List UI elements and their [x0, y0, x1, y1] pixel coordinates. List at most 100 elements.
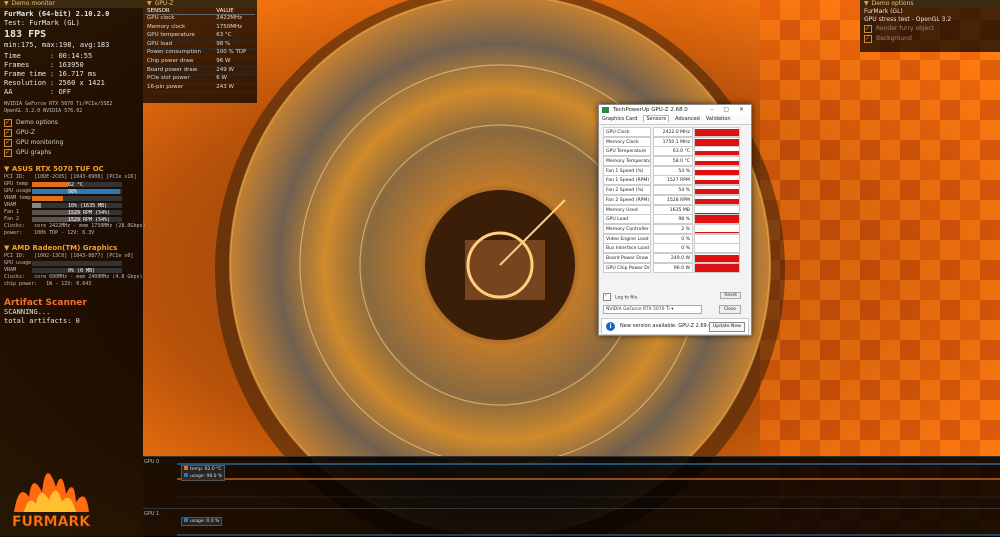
artifact-scanner-title: Artifact Scanner: [0, 298, 143, 308]
option-label: Demo options: [16, 119, 58, 126]
checkbox-icon[interactable]: [864, 35, 872, 43]
update-message: New version available: GPU-Z 2.69.0: [620, 319, 712, 334]
meter-label: VRAM: [4, 202, 16, 209]
demo-options-panel: ▼Demo options FurMark (GL) GPU stress te…: [860, 0, 1000, 52]
close-button[interactable]: Close: [719, 305, 741, 314]
fps-stats: min:175, max:198, avg:183: [0, 41, 143, 50]
gpuz-sensor-name[interactable]: Memory Clock: [603, 137, 651, 147]
collapse-triangle-icon[interactable]: ▼: [147, 0, 152, 7]
gpuz-tab[interactable]: Sensors: [643, 115, 669, 122]
gpuz-sensor-name[interactable]: GPU Temperature: [603, 146, 651, 156]
meter-fill: [32, 182, 68, 187]
sensor-name: Memory clock: [145, 23, 214, 32]
window-controls[interactable]: – ▢ ✕: [710, 105, 748, 115]
gpuz-sensor-name[interactable]: Video Engine Load: [603, 234, 651, 244]
meter-value: 0% (0 MB): [68, 268, 95, 275]
collapse-triangle-icon[interactable]: ▼: [864, 0, 869, 7]
gpuz-sensor-name[interactable]: Memory Controller Load: [603, 224, 651, 234]
gpuz-sensor-value: 0 %: [653, 234, 693, 244]
gpuz-tab[interactable]: Validation: [706, 116, 731, 122]
gpuz-tabs: Graphics Card Sensors Advanced Validation: [599, 115, 751, 125]
legend-swatch: [184, 466, 188, 470]
stat-value: 163950: [58, 61, 83, 69]
gpuz-sensor-graph: [694, 234, 740, 244]
gpuz-graph-fill: [695, 199, 739, 204]
gpu2-power: chip power: 1W - 12V: 0.043: [0, 281, 143, 288]
collapse-triangle-icon[interactable]: ▼: [4, 0, 9, 7]
gpu2-title: ▼ AMD Radeon(TM) Graphics: [0, 243, 143, 253]
gpu1-power: power: 100% TDP - 12V: 6.3V: [0, 230, 143, 237]
update-now-button[interactable]: Update Now: [709, 322, 745, 332]
option-checkbox[interactable]: GPU graphs: [0, 148, 143, 158]
app-name: FurMark (64-bit) 2.10.2.0: [0, 10, 143, 19]
gpuz-sensor-name[interactable]: Memory Used: [603, 205, 651, 215]
panel-header[interactable]: ▼Demo monitor: [0, 0, 143, 8]
gpuz-sensor-name[interactable]: Board Power Draw: [603, 253, 651, 263]
checkbox-icon[interactable]: [4, 119, 12, 127]
gpuz-sensor-name[interactable]: Memory Temperature: [603, 156, 651, 166]
gpuz-sensor-graph: [694, 224, 740, 234]
gpuz-sensor-row: Memory Controller Load2 %: [599, 224, 751, 234]
meter-value: 1529 RPM (54%): [68, 217, 110, 224]
gpuz-sensor-value: 58.0 °C: [653, 156, 693, 166]
stat-row: Frames: 163950: [0, 61, 143, 70]
gpuz-sensor-name[interactable]: Fan 2 Speed (RPM): [603, 195, 651, 205]
checkbox-icon[interactable]: [603, 293, 611, 301]
log-to-file-checkbox[interactable]: Log to file: [603, 293, 637, 301]
sensor-panel-header[interactable]: ▼GPU-Z: [143, 0, 257, 8]
gpu-meter: GPU usage: [0, 260, 143, 267]
sensor-value: 6 W: [214, 75, 255, 84]
svg-text:FURMARK: FURMARK: [12, 514, 91, 530]
gpuz-sensor-graph: [694, 166, 740, 176]
legend-entry: temp: 62.0 °C: [184, 466, 222, 473]
gpuz-sensor-name[interactable]: Fan 1 Speed (%): [603, 166, 651, 176]
gpuz-sensor-graph: [694, 175, 740, 185]
gpuz-app-icon: [602, 107, 609, 113]
test-name: Test: FurMark (GL): [0, 19, 143, 28]
checkbox-icon[interactable]: [4, 149, 12, 157]
demo-options-header[interactable]: ▼Demo options: [860, 0, 1000, 8]
gpuz-sensor-name[interactable]: GPU Load: [603, 214, 651, 224]
sensor-name: Power consumption: [145, 49, 214, 58]
gpuz-sensor-name[interactable]: GPU Chip Power Draw: [603, 263, 651, 273]
gpuz-sensor-row: Memory Used1635 MB: [599, 205, 751, 215]
checkbox-icon[interactable]: [4, 129, 12, 137]
gpuz-sensor-value: 1750.1 MHz: [653, 137, 693, 147]
gpuz-sensor-graph: [694, 243, 740, 253]
gpuz-sensor-name[interactable]: GPU Clock: [603, 127, 651, 137]
meter-track: 62 °C: [32, 182, 122, 187]
gpuz-sensor-value: 96.0 W: [653, 263, 693, 273]
gpuz-tab[interactable]: Graphics Card: [602, 116, 637, 122]
checkbox-icon[interactable]: [4, 139, 12, 147]
gpuz-sensor-row: Board Power Draw249.0 W: [599, 253, 751, 263]
gpuz-sensor-name[interactable]: Fan 1 Speed (RPM): [603, 175, 651, 185]
card-select[interactable]: NVIDIA GeForce RTX 5070 Ti ▾: [603, 305, 702, 314]
graph-legend: temp: 62.0 °Cusage: 98.0 %: [181, 465, 225, 481]
gpuz-sensor-name[interactable]: Fan 2 Speed (%): [603, 185, 651, 195]
fps-readout: 183 FPS: [0, 28, 143, 41]
sensor-row: GPU load98 %: [145, 40, 255, 49]
gpuz-titlebar[interactable]: TechPowerUp GPU-Z 2.68.0 – ▢ ✕: [599, 105, 751, 115]
gpu2-pci: PCI ID: [1002-13C0] [1043-8877] [PCIe x0…: [0, 253, 143, 260]
stat-row: Frame time: 16.717 ms: [0, 70, 143, 79]
option-checkbox[interactable]: GPU monitoring: [0, 138, 143, 148]
sensor-name: GPU clock: [145, 15, 214, 24]
gpu-meter: VRAM0% (0 MB): [0, 267, 143, 274]
gpu1-title: ▼ ASUS RTX 5070 TUF OC: [0, 164, 143, 174]
option-checkbox[interactable]: GPU-Z: [0, 128, 143, 138]
sensor-row: GPU clock2422MHz: [145, 15, 255, 24]
gpu-meter: VRAM10% (1635 MB): [0, 202, 143, 209]
sensor-name: PCIe slot power: [145, 75, 214, 84]
gpuz-graph-fill: [695, 255, 739, 262]
sensor-panel: ▼GPU-Z SENSOR VALUE GPU clock2422MHzMemo…: [143, 0, 257, 103]
option-checkbox[interactable]: Background: [860, 34, 1000, 44]
option-checkbox[interactable]: Demo options: [0, 118, 143, 128]
checkbox-icon[interactable]: [864, 25, 872, 33]
gpuz-tab[interactable]: Advanced: [675, 116, 700, 122]
option-checkbox[interactable]: Render furry object: [860, 24, 1000, 34]
sensor-value: 1750MHz: [214, 23, 255, 32]
gpuz-sensor-row: Fan 1 Speed (%)54 %: [599, 166, 751, 176]
gpuz-sensor-name[interactable]: Bus Interface Load: [603, 243, 651, 253]
option-label: GPU-Z: [16, 129, 35, 136]
reset-button[interactable]: Reset: [720, 292, 741, 299]
